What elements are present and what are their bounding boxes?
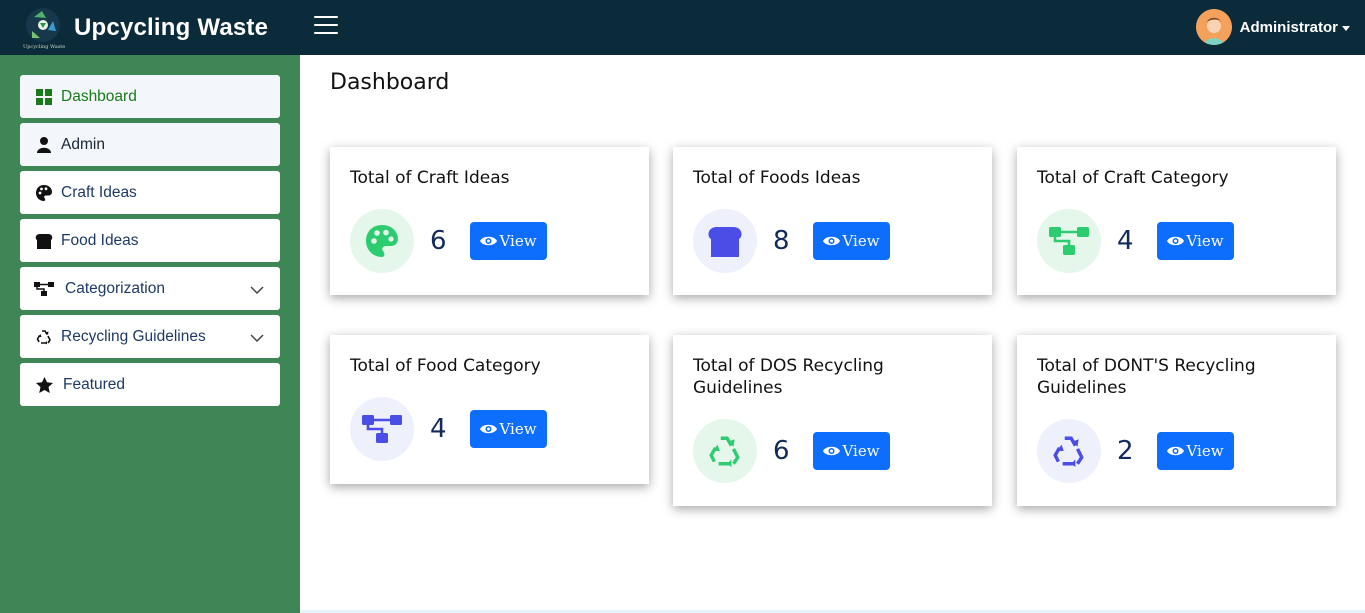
card-title: Total of Foods Ideas bbox=[693, 168, 861, 188]
stat-count: 6 bbox=[430, 226, 447, 256]
recycle-icon bbox=[1037, 419, 1101, 483]
user-menu[interactable]: Administrator bbox=[1195, 9, 1350, 45]
card-title: Total of DONT'S Recycling Guidelines bbox=[1037, 356, 1256, 398]
view-button[interactable]: View bbox=[813, 432, 890, 470]
star-icon bbox=[34, 376, 54, 394]
view-button[interactable]: View bbox=[813, 222, 890, 260]
stat-card-food-category: Total of Food Category 4 View bbox=[330, 335, 649, 484]
card-title: Total of Craft Ideas bbox=[350, 168, 510, 188]
stat-card-donts-recycling-guidelines: Total of DONT'S Recycling Guidelines 2 V… bbox=[1017, 335, 1336, 506]
stat-count: 6 bbox=[773, 436, 790, 466]
sidebar-item-label: Food Ideas bbox=[61, 231, 139, 249]
sitemap-icon bbox=[350, 397, 414, 461]
sidebar-item-label: Categorization bbox=[65, 279, 165, 297]
bread-icon bbox=[34, 232, 54, 250]
logo-caption: Upcycling Waste bbox=[23, 43, 66, 50]
user-icon bbox=[34, 136, 54, 154]
stat-card-craft-ideas: Total of Craft Ideas 6 View bbox=[330, 147, 649, 295]
brand-name: Upcycling Waste bbox=[74, 13, 269, 41]
sidebar-item-label: Featured bbox=[63, 375, 126, 393]
sidebar-item-featured[interactable]: Featured bbox=[20, 363, 280, 406]
sidebar: Dashboard Admin Craft Ideas Food Ideas C… bbox=[0, 55, 300, 613]
sidebar-item-label: Recycling Guidelines bbox=[61, 327, 206, 345]
stat-card-food-ideas: Total of Foods Ideas 8 View bbox=[673, 147, 992, 295]
sidebar-item-categorization[interactable]: Categorization bbox=[20, 267, 280, 310]
view-label: View bbox=[842, 442, 880, 460]
sidebar-item-recycling-guidelines[interactable]: Recycling Guidelines bbox=[20, 315, 280, 358]
card-title: Total of Food Category bbox=[350, 356, 541, 376]
sidebar-item-label: Dashboard bbox=[61, 87, 137, 105]
view-button[interactable]: View bbox=[470, 222, 547, 260]
stat-count: 4 bbox=[1117, 226, 1134, 256]
caret-down-icon bbox=[1342, 25, 1350, 31]
recycle-icon bbox=[34, 328, 54, 346]
stat-count: 2 bbox=[1117, 436, 1134, 466]
sidebar-item-dashboard[interactable]: Dashboard bbox=[20, 75, 280, 118]
view-label: View bbox=[1186, 442, 1224, 460]
eye-icon bbox=[1167, 446, 1185, 456]
card-title: Total of Craft Category bbox=[1037, 168, 1229, 188]
sidebar-item-label: Admin bbox=[61, 135, 105, 153]
sidebar-item-craft-ideas[interactable]: Craft Ideas bbox=[20, 171, 280, 214]
top-navbar: Upcycling Waste Upcycling Waste Administ… bbox=[0, 0, 1365, 55]
eye-icon bbox=[823, 236, 841, 246]
chevron-down-icon bbox=[250, 282, 264, 300]
page-title: Dashboard bbox=[330, 70, 450, 95]
eye-icon bbox=[1167, 236, 1185, 246]
palette-icon bbox=[34, 184, 54, 202]
sidebar-item-admin[interactable]: Admin bbox=[20, 123, 280, 166]
chevron-down-icon bbox=[250, 330, 264, 348]
eye-icon bbox=[823, 446, 841, 456]
view-button[interactable]: View bbox=[1157, 432, 1234, 470]
palette-icon bbox=[350, 209, 414, 273]
bread-icon bbox=[693, 209, 757, 273]
stat-count: 8 bbox=[773, 226, 790, 256]
stat-card-dos-recycling-guidelines: Total of DOS Recycling Guidelines 6 View bbox=[673, 335, 992, 506]
view-label: View bbox=[499, 420, 537, 438]
sidebar-item-food-ideas[interactable]: Food Ideas bbox=[20, 219, 280, 262]
sitemap-icon bbox=[34, 280, 54, 298]
view-label: View bbox=[499, 232, 537, 250]
avatar bbox=[1195, 9, 1232, 45]
sidebar-item-label: Craft Ideas bbox=[61, 183, 137, 201]
menu-toggle-icon[interactable] bbox=[314, 16, 338, 36]
recycle-icon bbox=[693, 419, 757, 483]
eye-icon bbox=[480, 424, 498, 434]
view-button[interactable]: View bbox=[1157, 222, 1234, 260]
brand[interactable]: Upcycling Waste Upcycling Waste bbox=[0, 0, 300, 55]
sitemap-icon bbox=[1037, 209, 1101, 273]
view-button[interactable]: View bbox=[470, 410, 547, 448]
view-label: View bbox=[1186, 232, 1224, 250]
recycle-logo-icon: Upcycling Waste bbox=[20, 5, 66, 51]
stat-card-craft-category: Total of Craft Category 4 View bbox=[1017, 147, 1336, 295]
view-label: View bbox=[842, 232, 880, 250]
stat-count: 4 bbox=[430, 414, 447, 444]
user-name: Administrator bbox=[1239, 18, 1338, 36]
grid-icon bbox=[34, 88, 54, 106]
eye-icon bbox=[480, 236, 498, 246]
card-title: Total of DOS Recycling Guidelines bbox=[693, 356, 884, 398]
